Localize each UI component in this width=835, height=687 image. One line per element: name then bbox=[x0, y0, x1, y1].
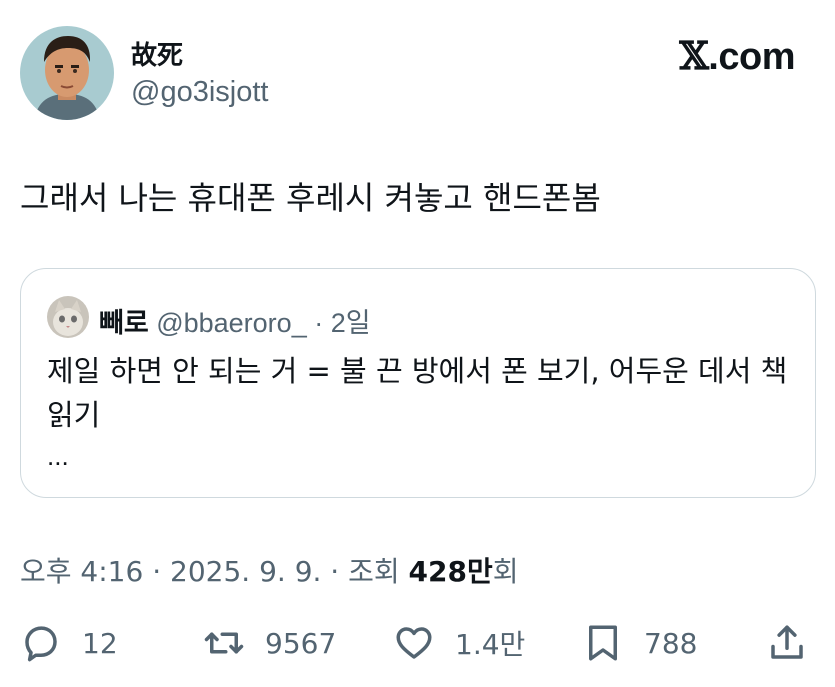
views-suffix: 회 bbox=[492, 555, 519, 588]
bookmark-count: 788 bbox=[644, 626, 698, 660]
quote-separator: · bbox=[306, 308, 331, 338]
action-bar: 12 9567 1.4만 788 bbox=[0, 618, 835, 668]
quote-more-ellipsis: ... bbox=[47, 441, 69, 471]
like-count: 1.4만 bbox=[455, 628, 526, 661]
x-logo-icon: 𝕏 bbox=[679, 33, 709, 78]
avatar-man-icon bbox=[20, 26, 114, 120]
share-icon bbox=[771, 625, 803, 659]
quoted-tweet-card[interactable]: 빼로 @bbaeroro_ · 2일 제일 하면 안 되는 거 = 불 끈 방에… bbox=[20, 268, 816, 498]
author-display-name[interactable]: 故死 bbox=[131, 35, 183, 72]
like-button[interactable]: 1.4만 bbox=[393, 618, 525, 668]
tweet-meta: 오후 4:16 · 2025. 9. 9. · 조회 428만회 bbox=[20, 550, 519, 590]
brand-logo: 𝕏.com bbox=[679, 33, 795, 79]
bookmark-icon bbox=[589, 625, 617, 661]
share-button[interactable] bbox=[766, 618, 808, 668]
views-label: 조회 bbox=[348, 555, 400, 588]
quote-display-name[interactable]: 빼로 bbox=[99, 308, 149, 339]
quote-handle[interactable]: @bbaeroro_ bbox=[156, 308, 307, 338]
quote-timestamp[interactable]: 2일 bbox=[331, 308, 371, 338]
views-count: 428만 bbox=[408, 555, 493, 588]
repost-icon bbox=[204, 632, 244, 654]
tweet-text: 그래서 나는 휴대폰 후레시 켜놓고 핸드폰봄 bbox=[20, 179, 601, 217]
meta-separator: · bbox=[321, 555, 349, 588]
repost-button[interactable]: 9567 bbox=[203, 618, 336, 668]
reply-icon bbox=[25, 626, 57, 662]
bookmark-button[interactable]: 788 bbox=[582, 618, 697, 668]
tweet-time[interactable]: 오후 4:16 bbox=[20, 555, 143, 588]
brand-domain: .com bbox=[708, 36, 795, 78]
repost-count: 9567 bbox=[265, 626, 337, 660]
quote-header: 빼로 @bbaeroro_ · 2일 bbox=[99, 301, 371, 340]
quote-avatar[interactable] bbox=[47, 296, 89, 338]
reply-count: 12 bbox=[82, 626, 118, 660]
author-handle[interactable]: @go3isjott bbox=[131, 76, 268, 109]
heart-icon bbox=[396, 627, 432, 659]
cat-avatar-icon bbox=[47, 296, 89, 338]
meta-separator: · bbox=[143, 555, 171, 588]
quote-body-text: 제일 하면 안 되는 거 = 불 끈 방에서 폰 보기, 어두운 데서 책 읽기 bbox=[47, 354, 788, 432]
reply-button[interactable]: 12 bbox=[20, 618, 118, 668]
tweet-date[interactable]: 2025. 9. 9. bbox=[170, 555, 321, 588]
author-avatar[interactable] bbox=[20, 26, 114, 120]
